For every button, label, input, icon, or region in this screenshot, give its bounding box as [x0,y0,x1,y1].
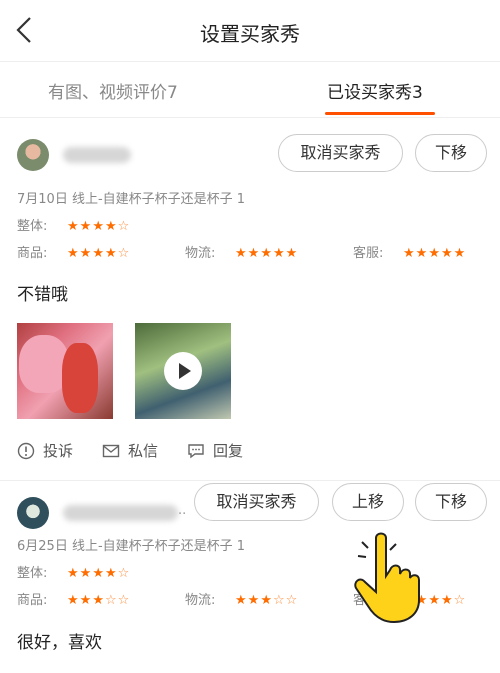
rating-label: 整体: [17,566,48,581]
logistics-rating-label: 物流: [185,246,216,261]
move-up-button[interactable]: 上移 [332,483,404,521]
star-filled-icon: ★ [104,566,118,581]
service-rating-label: 客服: [353,246,384,261]
review-card: 取消买家秀 下移 7月10日 线上-自建杯子杯子还是杯子 1 整体: ★★★★☆ … [0,118,500,481]
rating-label: 整体: [17,219,48,234]
tab-buyer-show-set[interactable]: 已设买家秀3 [327,78,423,103]
star-empty-icon: ☆ [272,593,286,608]
star-filled-icon: ★ [67,246,80,261]
star-filled-icon: ★ [67,593,80,608]
review-video[interactable] [135,323,231,419]
star-filled-icon: ★ [79,219,93,234]
star-empty-icon: ☆ [117,246,131,261]
overall-rating: 整体: ★★★★☆ [17,562,130,581]
star-filled-icon: ★ [235,593,248,608]
product-rating-label: 商品: [17,246,48,261]
star-filled-icon: ★ [428,593,441,608]
reply-action[interactable]: 回复 [187,440,243,461]
active-tab-indicator [325,112,435,115]
star-filled-icon: ★ [428,246,441,261]
sub-ratings: 商品: ★★★★☆ 物流: ★★★★★ 客服: ★★★★★ [17,242,487,261]
product-star-rating: ★★★☆☆ [67,593,130,608]
report-label: 投诉 [43,442,74,460]
star-filled-icon: ★ [104,219,118,234]
alert-circle-icon [17,442,35,459]
star-empty-icon: ☆ [453,593,467,608]
star-filled-icon: ★ [67,566,80,581]
star-filled-icon: ★ [79,593,93,608]
star-filled-icon: ★ [235,246,248,261]
reviewer-name-ellipsis: .. [178,503,187,518]
report-action[interactable]: 投诉 [17,440,73,461]
overall-rating: 整体: ★★★★☆ [17,215,130,234]
avatar [17,497,49,529]
review-card: .. 取消买家秀 上移 下移 6月25日 线上-自建杯子杯子还是杯子 1 整体:… [0,481,500,671]
review-content: 很好，喜欢 [17,633,102,653]
star-filled-icon: ★ [92,246,105,261]
cancel-buyer-show-button[interactable]: 取消买家秀 [194,483,319,521]
logistics-star-rating: ★★★☆☆ [235,593,298,608]
reviewer-name-blurred [63,147,131,163]
star-filled-icon: ★ [272,246,286,261]
star-filled-icon: ★ [247,246,261,261]
comment-icon [188,443,204,458]
review-photo[interactable] [17,323,113,419]
star-filled-icon: ★ [79,566,93,581]
mail-icon [102,444,120,457]
star-filled-icon: ★ [92,566,105,581]
star-filled-icon: ★ [260,593,273,608]
reviewer-name-blurred [63,505,178,521]
star-empty-icon: ☆ [104,593,118,608]
play-icon[interactable] [164,352,202,390]
reply-label: 回复 [213,442,244,460]
star-empty-icon: ☆ [117,593,131,608]
review-content: 不错哦 [17,285,68,305]
top-bar: 设置买家秀 [0,0,500,62]
pointer-hand-icon [354,532,420,624]
product-star-rating: ★★★★☆ [67,246,130,261]
review-meta: 6月25日 线上-自建杯子杯子还是杯子 1 [17,539,246,554]
star-rating: ★★★★☆ [67,566,130,581]
cancel-buyer-show-button[interactable]: 取消买家秀 [278,134,403,172]
star-filled-icon: ★ [403,246,416,261]
page-title: 设置买家秀 [200,22,300,46]
star-filled-icon: ★ [79,246,93,261]
star-filled-icon: ★ [440,593,454,608]
photo-subject [62,343,98,413]
move-down-button[interactable]: 下移 [415,483,487,521]
star-filled-icon: ★ [440,246,454,261]
message-action[interactable]: 私信 [102,440,158,461]
message-label: 私信 [128,442,159,460]
star-filled-icon: ★ [92,593,105,608]
avatar [17,139,49,171]
star-empty-icon: ☆ [285,593,299,608]
star-empty-icon: ☆ [117,219,131,234]
service-star-rating: ★★★★★ [403,246,466,261]
tab-photo-video-reviews[interactable]: 有图、视频评价7 [48,78,178,103]
product-rating-label: 商品: [17,593,48,608]
star-filled-icon: ★ [247,593,261,608]
star-filled-icon: ★ [92,219,105,234]
star-filled-icon: ★ [415,246,429,261]
star-rating: ★★★★☆ [67,219,130,234]
star-filled-icon: ★ [285,246,299,261]
star-filled-icon: ★ [104,246,118,261]
star-filled-icon: ★ [453,246,467,261]
logistics-star-rating: ★★★★★ [235,246,298,261]
logistics-rating-label: 物流: [185,593,216,608]
review-meta: 7月10日 线上-自建杯子杯子还是杯子 1 [17,192,246,207]
star-filled-icon: ★ [260,246,273,261]
tab-bar: 有图、视频评价7 已设买家秀3 [0,62,500,118]
star-empty-icon: ☆ [117,566,131,581]
star-filled-icon: ★ [67,219,80,234]
move-down-button[interactable]: 下移 [415,134,487,172]
